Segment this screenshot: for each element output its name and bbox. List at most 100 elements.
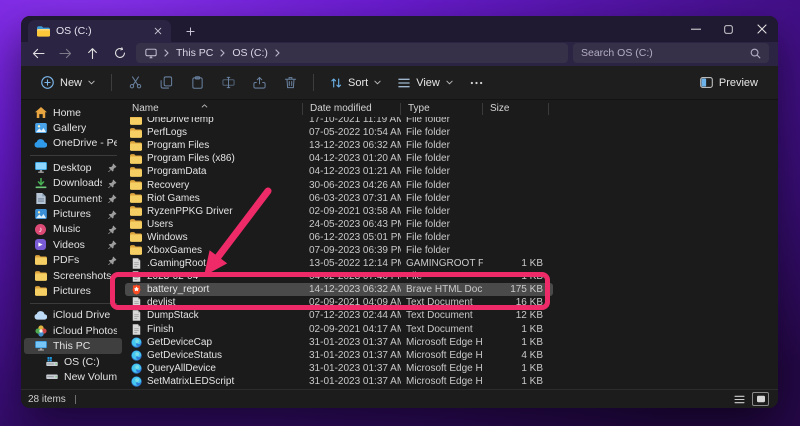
file-row-recovery[interactable]: Recovery30-06-2023 04:26 AMFile folder	[125, 178, 553, 191]
forward-icon[interactable]	[52, 43, 79, 63]
edge-icon	[130, 376, 142, 387]
type-cell: File folder	[401, 153, 483, 164]
preview-toggle[interactable]: Preview	[692, 70, 766, 96]
chevron-right-icon	[220, 49, 225, 57]
sidebar-item-gallery[interactable]: Gallery	[24, 120, 122, 135]
new-plus-icon	[41, 76, 54, 89]
sidebar-item-this-pc[interactable]: This PC	[24, 338, 122, 353]
sidebar-item-pictures[interactable]: Pictures	[24, 283, 122, 298]
monitor-icon	[145, 48, 157, 59]
file-explorer-window: OS (C:) This PCOS (C:) New	[21, 16, 778, 408]
sidebar-item-downloads[interactable]: Downloads	[24, 176, 122, 191]
file-row-queryalldevice[interactable]: QueryAllDevice31-01-2023 01:37 AMMicroso…	[125, 362, 553, 375]
column-header-size[interactable]: Size	[483, 103, 549, 115]
tab-os-c[interactable]: OS (C:)	[28, 20, 171, 42]
file-row-devlist[interactable]: devlist02-09-2021 04:09 AMText Document1…	[125, 296, 553, 309]
type-cell: GAMINGROOT File	[401, 258, 483, 269]
edge-icon	[130, 337, 142, 348]
sort-icon	[330, 77, 342, 89]
column-header-date-modified[interactable]: Date modified	[303, 103, 401, 115]
breadcrumb-item-os-c[interactable]: OS (C:)	[232, 47, 268, 59]
file-row-users[interactable]: Users24-05-2023 06:43 PMFile folder	[125, 218, 553, 231]
date-modified-cell: 31-01-2023 01:37 AM	[303, 337, 401, 348]
folder-icon	[130, 154, 142, 164]
file-row-battery-report[interactable]: battery_report14-12-2023 06:32 AMBrave H…	[125, 283, 553, 296]
date-modified-cell: 02-09-2021 04:09 AM	[303, 297, 401, 308]
folder-icon	[130, 193, 142, 203]
column-header-name[interactable]: Name	[125, 103, 303, 115]
sidebar-item-screenshots[interactable]: Screenshots	[24, 268, 122, 283]
large-icons-view-icon[interactable]	[752, 392, 769, 406]
column-header-type[interactable]: Type	[401, 103, 483, 115]
copy-icon[interactable]	[151, 70, 181, 96]
type-cell: File folder	[401, 219, 483, 230]
file-row-windows[interactable]: Windows06-12-2023 05:01 PMFile folder	[125, 231, 553, 244]
sidebar-item-onedrive-person[interactable]: OneDrive - Person	[24, 136, 122, 151]
file-row-ryzenppkg-driver[interactable]: RyzenPPKG Driver02-09-2021 03:58 AMFile …	[125, 205, 553, 218]
date-modified-cell: 24-05-2023 06:43 PM	[303, 219, 401, 230]
sidebar-item-pictures[interactable]: Pictures	[24, 206, 122, 221]
view-button[interactable]: View	[390, 70, 461, 96]
breadcrumb-item-this-pc[interactable]: This PC	[176, 47, 213, 59]
rename-icon[interactable]	[213, 70, 243, 96]
file-row-perflogs[interactable]: PerfLogs07-05-2022 10:54 AMFile folder	[125, 126, 553, 139]
back-icon[interactable]	[25, 43, 52, 63]
size-cell: 175 KB	[483, 284, 549, 295]
details-view-icon[interactable]	[731, 392, 748, 406]
file-row-getdevicecap[interactable]: GetDeviceCap31-01-2023 01:37 AMMicrosoft…	[125, 336, 553, 349]
cut-icon[interactable]	[120, 70, 150, 96]
date-modified-cell: 17-10-2021 11:19 AM	[303, 117, 401, 125]
more-options-icon[interactable]	[462, 70, 492, 96]
up-icon[interactable]	[79, 43, 106, 63]
close-button[interactable]	[745, 16, 778, 42]
file-row-program-files[interactable]: Program Files13-12-2023 06:32 AMFile fol…	[125, 139, 553, 152]
date-modified-cell: 02-09-2021 04:17 AM	[303, 324, 401, 335]
sidebar-item-label: Music	[53, 223, 80, 235]
minimize-button[interactable]	[679, 16, 712, 42]
sidebar-item-desktop[interactable]: Desktop	[24, 160, 122, 175]
type-cell: File folder	[401, 140, 483, 151]
paste-icon[interactable]	[182, 70, 212, 96]
sort-button-label: Sort	[348, 77, 368, 89]
file-row-2023-02-04[interactable]: 2023-02-0404-02-2023 07:46 PMFile1 KB	[125, 270, 553, 283]
type-cell: File folder	[401, 193, 483, 204]
file-row-programdata[interactable]: ProgramData04-12-2023 01:21 AMFile folde…	[125, 165, 553, 178]
view-icon	[398, 77, 410, 89]
file-row-finish[interactable]: Finish02-09-2021 04:17 AMText Document1 …	[125, 323, 553, 336]
file-row-getdevicestatus[interactable]: GetDeviceStatus31-01-2023 01:37 AMMicros…	[125, 349, 553, 362]
file-name-cell: ProgramData	[125, 166, 303, 177]
search-box[interactable]	[573, 43, 769, 63]
new-button[interactable]: New	[33, 70, 103, 96]
search-input[interactable]	[581, 47, 750, 59]
new-tab-button[interactable]	[180, 21, 200, 41]
delete-icon[interactable]	[275, 70, 305, 96]
type-cell: File folder	[401, 180, 483, 191]
sidebar-item-new-volume-d[interactable]: New Volume (D:	[24, 369, 122, 384]
date-modified-cell: 31-01-2023 01:37 AM	[303, 363, 401, 374]
sidebar-item-os-c[interactable]: OS (C:)	[24, 354, 122, 369]
sidebar-item-label: iCloud Drive	[53, 309, 110, 321]
file-row-xboxgames[interactable]: XboxGames07-09-2023 06:39 PMFile folder	[125, 244, 553, 257]
date-modified-cell: 04-12-2023 01:20 AM	[303, 153, 401, 164]
file-name-cell: RyzenPPKG Driver	[125, 206, 303, 217]
file-row-dumpstack[interactable]: DumpStack07-12-2023 02:44 AMText Documen…	[125, 309, 553, 322]
refresh-icon[interactable]	[106, 43, 133, 63]
file-row-gamingroot[interactable]: .GamingRoot13-05-2022 12:14 PMGAMINGROOT…	[125, 257, 553, 270]
sort-button[interactable]: Sort	[322, 70, 389, 96]
sidebar-item-icloud-photos[interactable]: iCloud Photos	[24, 323, 122, 338]
sidebar-item-pdfs[interactable]: PDFs	[24, 253, 122, 268]
sidebar-item-documents[interactable]: Documents	[24, 191, 122, 206]
file-row-riot-games[interactable]: Riot Games06-03-2023 07:31 AMFile folder	[125, 192, 553, 205]
sidebar-item-home[interactable]: Home	[24, 105, 122, 120]
pin-icon	[108, 240, 117, 249]
file-row-program-files-x86[interactable]: Program Files (x86)04-12-2023 01:20 AMFi…	[125, 152, 553, 165]
tab-close-icon[interactable]	[150, 24, 165, 39]
file-row-onedrivetemp[interactable]: OneDriveTemp17-10-2021 11:19 AMFile fold…	[125, 117, 553, 126]
sidebar-item-music[interactable]: ♪Music	[24, 222, 122, 237]
file-row-setmatrixledscript[interactable]: SetMatrixLEDScript31-01-2023 01:37 AMMic…	[125, 375, 553, 388]
maximize-button[interactable]	[712, 16, 745, 42]
share-icon[interactable]	[244, 70, 274, 96]
sidebar-item-icloud-drive[interactable]: iCloud Drive	[24, 308, 122, 323]
sidebar-item-videos[interactable]: ▶Videos	[24, 237, 122, 252]
file-name: 2023-02-04	[147, 271, 198, 282]
